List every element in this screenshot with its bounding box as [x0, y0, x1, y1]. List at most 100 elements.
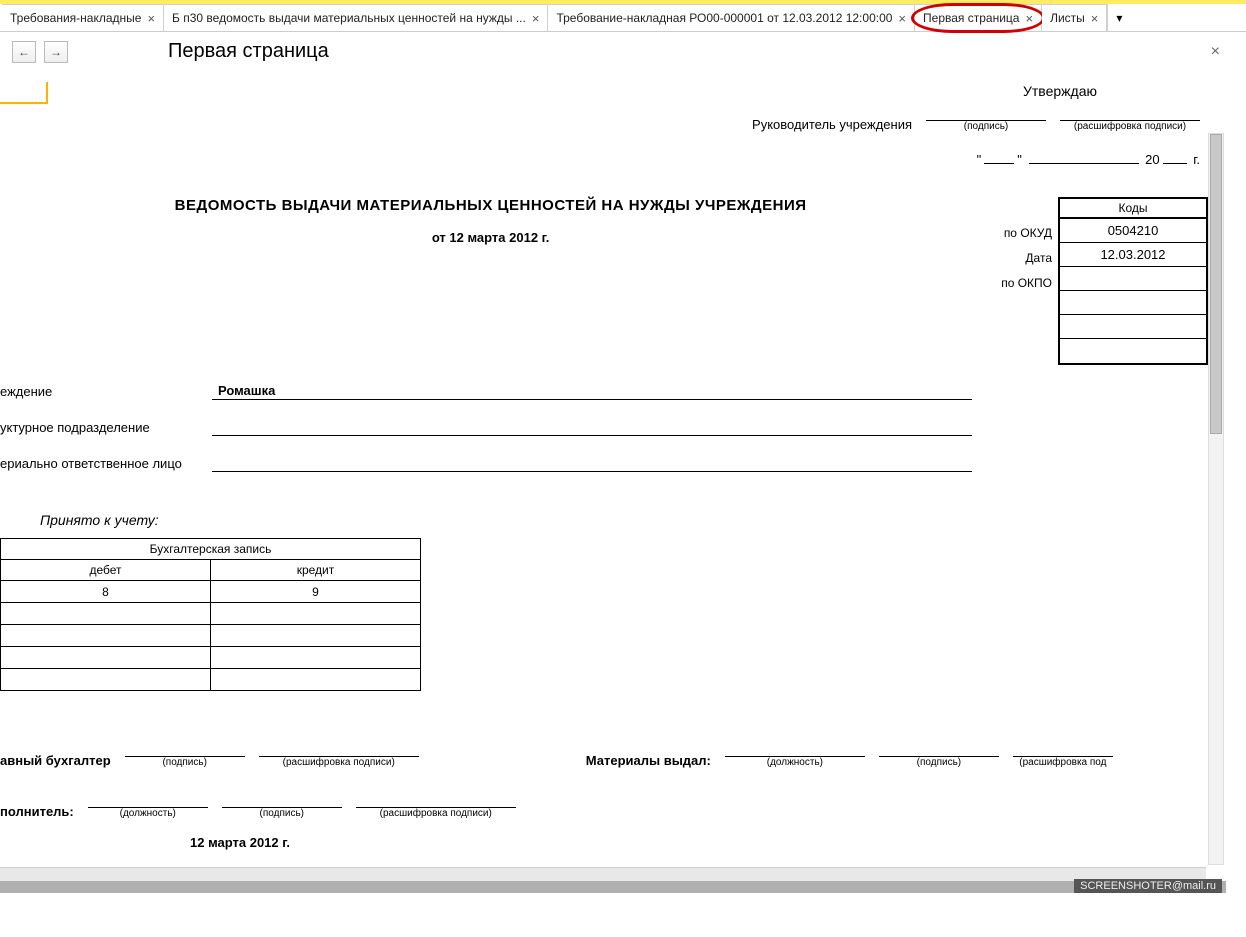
watermark: SCREENSHOTER@mail.ru	[1074, 879, 1222, 893]
organization-block: еждение Ромашка уктурное подразделение е…	[0, 383, 1208, 472]
debit-cell-2	[1, 603, 211, 625]
document-title: ВЕДОМОСТЬ ВЫДАЧИ МАТЕРИАЛЬНЫХ ЦЕННОСТЕЙ …	[0, 197, 981, 214]
leader-label: Руководитель учреждения	[752, 117, 912, 132]
page-title: Первая страница	[168, 40, 329, 63]
main-header-row: ВЕДОМОСТЬ ВЫДАЧИ МАТЕРИАЛЬНЫХ ЦЕННОСТЕЙ …	[0, 197, 1208, 365]
codes-empty-1	[1060, 291, 1206, 315]
position-hint: (должность)	[120, 808, 176, 819]
date-value: 12.03.2012	[1060, 243, 1206, 267]
nav-back-button[interactable]: ←	[12, 41, 36, 63]
leader-decode-field	[1060, 103, 1200, 121]
codes-empty-2	[1060, 315, 1206, 339]
close-icon[interactable]: ×	[1025, 11, 1033, 26]
signatures-block: авный бухгалтер (подпись) (расшифровка п…	[0, 741, 1208, 819]
year-unit: г.	[1193, 152, 1200, 167]
signature-hint: (подпись)	[162, 757, 206, 768]
credit-cell-1: 9	[211, 581, 421, 603]
signature-hint: (подпись)	[917, 757, 961, 768]
tab-label: Первая страница	[923, 11, 1019, 25]
institution-value: Ромашка	[212, 383, 972, 400]
debit-header: дебет	[1, 560, 211, 581]
approve-title: Утверждаю	[920, 83, 1200, 99]
tab-label: Требование-накладная РО00-000001 от 12.0…	[556, 11, 892, 25]
tab-label: Листы	[1050, 11, 1085, 25]
okud-label: по ОКУД	[1001, 221, 1058, 246]
chevron-down-icon: ▾	[1116, 11, 1122, 25]
nav-row: ← → Первая страница ×	[0, 32, 1246, 73]
horizontal-scrollbar[interactable]	[0, 867, 1206, 881]
tab-sheets[interactable]: Листы ×	[1042, 4, 1107, 31]
credit-cell-4	[211, 647, 421, 669]
accounting-table: Бухгалтерская запись дебет кредит 8 9	[0, 538, 421, 691]
tab-first-page[interactable]: Первая страница ×	[915, 4, 1042, 31]
responsible-value	[212, 470, 972, 472]
decode-hint: (расшифровка подписи)	[283, 757, 395, 768]
nav-forward-button[interactable]: →	[44, 41, 68, 63]
exec-position-field	[88, 792, 208, 808]
scrollbar-thumb[interactable]	[1210, 134, 1222, 434]
tab-requirements[interactable]: Требования-накладные ×	[2, 4, 164, 31]
debit-cell-4	[1, 647, 211, 669]
tab-label: Б п30 ведомость выдачи материальных ценн…	[172, 11, 526, 25]
approve-date-row: "" 20 г.	[0, 150, 1208, 167]
mat-position-field	[725, 741, 865, 757]
debit-cell-5	[1, 669, 211, 691]
decode-hint: (расшифровка подписи)	[1074, 121, 1186, 132]
document-body: Утверждаю Руководитель учреждения (подпи…	[0, 73, 1226, 880]
chief-sig-field	[125, 741, 245, 757]
credit-cell-2	[211, 603, 421, 625]
tab-bar: Требования-накладные × Б п30 ведомость в…	[0, 4, 1246, 32]
acct-header: Бухгалтерская запись	[1, 539, 421, 560]
codes-header: Коды	[1060, 199, 1206, 219]
okpo-label: по ОКПО	[1001, 271, 1058, 296]
chief-decode-field	[259, 741, 419, 757]
leader-signature-field	[926, 103, 1046, 121]
responsible-label: ериально ответственное лицо	[0, 456, 212, 472]
close-icon[interactable]: ×	[532, 11, 540, 26]
signature-hint: (подпись)	[964, 121, 1008, 132]
debit-cell-1: 8	[1, 581, 211, 603]
executor-label: полнитель:	[0, 804, 74, 819]
codes-labels: по ОКУД Дата по ОКПО	[1001, 197, 1058, 365]
date-year-field	[1163, 150, 1187, 164]
close-page-button[interactable]: ×	[1211, 43, 1234, 61]
debit-cell-3	[1, 625, 211, 647]
tabs-overflow-button[interactable]: ▾	[1107, 4, 1130, 31]
exec-decode-field	[356, 792, 516, 808]
bottom-bar	[0, 881, 1226, 893]
materials-label: Материалы выдал:	[586, 753, 711, 768]
credit-header: кредит	[211, 560, 421, 581]
subdivision-value	[212, 434, 972, 436]
mat-decode-field	[1013, 741, 1113, 757]
codes-empty-3	[1060, 339, 1206, 363]
tab-req-invoice[interactable]: Требование-накладная РО00-000001 от 12.0…	[548, 4, 915, 31]
footer-date: 12 марта 2012 г.	[190, 835, 1208, 850]
mat-sig-field	[879, 741, 999, 757]
okpo-value	[1060, 267, 1206, 291]
decode-hint: (расшифровка подписи)	[380, 808, 492, 819]
decode-hint: (расшифровка под	[1019, 757, 1106, 768]
credit-cell-3	[211, 625, 421, 647]
date-day-field	[984, 150, 1014, 164]
arrow-right-icon: →	[50, 45, 62, 59]
close-icon[interactable]: ×	[1091, 11, 1099, 26]
chief-accountant-label: авный бухгалтер	[0, 753, 111, 768]
accepted-title: Принято к учету:	[40, 512, 1208, 528]
subdivision-label: уктурное подразделение	[0, 420, 212, 436]
vertical-scrollbar[interactable]	[1208, 133, 1224, 865]
document-date: от 12 марта 2012 г.	[0, 230, 981, 245]
arrow-left-icon: ←	[18, 45, 30, 59]
approve-block: Утверждаю Руководитель учреждения (подпи…	[0, 83, 1208, 132]
tab-label: Требования-накладные	[10, 11, 141, 25]
okud-value: 0504210	[1060, 219, 1206, 243]
exec-sig-field	[222, 792, 342, 808]
document-area: Утверждаю Руководитель учреждения (подпи…	[0, 73, 1226, 893]
codes-box: Коды 0504210 12.03.2012	[1058, 197, 1208, 365]
year-prefix: 20	[1145, 152, 1159, 167]
close-icon[interactable]: ×	[147, 11, 155, 26]
date-month-field	[1029, 150, 1139, 164]
tab-bp30[interactable]: Б п30 ведомость выдачи материальных ценн…	[164, 4, 548, 31]
position-hint: (должность)	[767, 757, 823, 768]
date-label: Дата	[1001, 246, 1058, 271]
close-icon[interactable]: ×	[898, 11, 906, 26]
